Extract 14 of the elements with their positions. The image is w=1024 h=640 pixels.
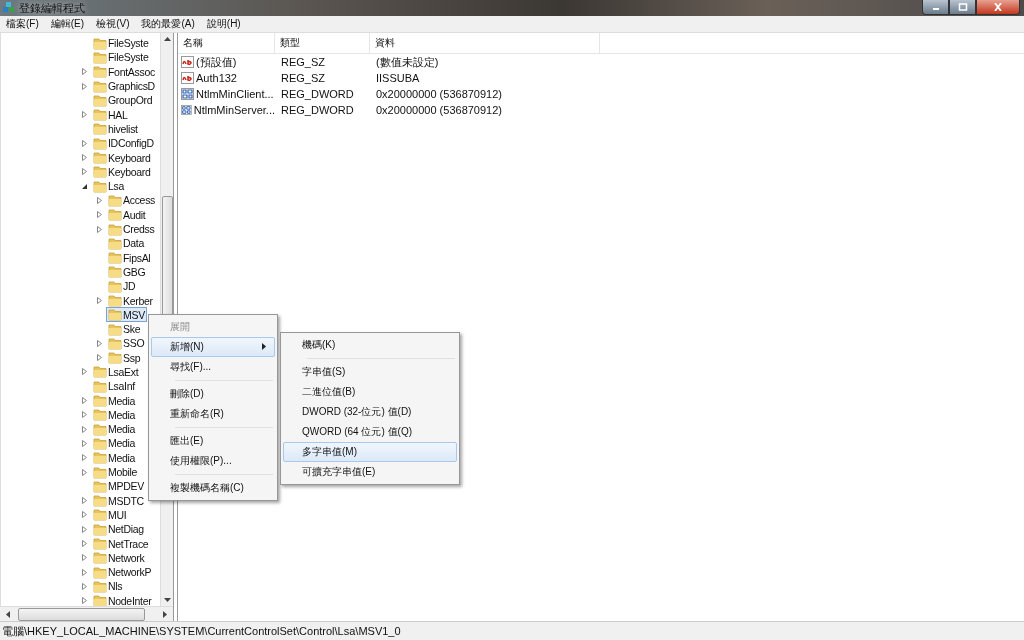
key-path: 電腦\HKEY_LOCAL_MACHINE\SYSTEM\CurrentControlSet\Control\Lsa\MSV1_0 — [2, 623, 401, 639]
table-cell-text: REG_DWORD — [280, 104, 355, 116]
table-cell: (預設值) — [178, 54, 275, 70]
table-cell-text: (數值未設定) — [375, 54, 440, 70]
table-cell-text: REG_SZ — [280, 56, 326, 68]
table-cell: NtlmMinServer... — [178, 104, 275, 116]
table-cell: Auth132 — [178, 72, 275, 84]
table-cell-text: IISSUBA — [375, 72, 421, 84]
table-cell-text: REG_DWORD — [280, 88, 355, 100]
table-cell-text: 0x20000000 (536870912) — [375, 104, 503, 116]
table-cell: NtlmMinClient... — [178, 88, 275, 100]
table-cell-text: 0x20000000 (536870912) — [375, 88, 503, 100]
table-cell-text: REG_SZ — [280, 72, 326, 84]
window-title: 登錄編輯程式 — [19, 0, 85, 16]
